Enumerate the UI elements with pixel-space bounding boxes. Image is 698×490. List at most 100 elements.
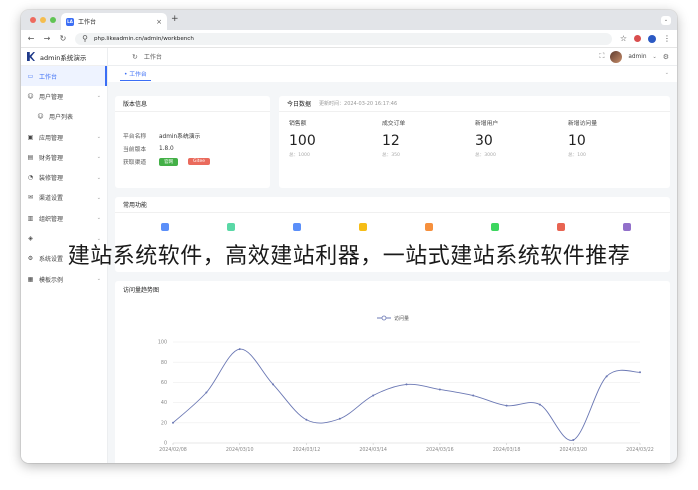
- profile-icon[interactable]: [648, 34, 656, 43]
- brand[interactable]: admin系统演示: [21, 48, 107, 66]
- y-tick-label: 80: [161, 360, 167, 366]
- stat-label: 新增访问量: [568, 121, 597, 127]
- tabs-chevron-down-icon[interactable]: ⌄: [665, 70, 669, 76]
- sidebar-item[interactable]: ▦ 模板示例 ⌄: [21, 269, 107, 289]
- user-chevron-down-icon[interactable]: ⌄: [653, 54, 657, 60]
- data-point: [272, 383, 275, 386]
- today-card-title: 今日数据: [287, 101, 312, 108]
- feature-icon: [425, 223, 433, 231]
- site-info-icon[interactable]: ⚲: [81, 34, 89, 43]
- chevron-down-icon: ⌄: [96, 194, 101, 201]
- forward-icon[interactable]: →: [43, 34, 51, 43]
- tab-list-chevron-icon[interactable]: ⌄: [661, 16, 671, 25]
- data-point: [538, 403, 541, 406]
- user-icon: ☺: [27, 92, 34, 100]
- series-line: [172, 348, 641, 441]
- sidebar-item[interactable]: ☺ 用户管理 ⌄: [21, 86, 107, 106]
- tab-workbench[interactable]: • 工作台: [120, 67, 151, 81]
- x-tick-label: 2024/03/18: [493, 447, 521, 453]
- legend-marker: [381, 315, 387, 321]
- data-point: [605, 375, 608, 378]
- y-tick-label: 100: [158, 340, 167, 346]
- tab-close-icon[interactable]: ×: [156, 18, 162, 26]
- version-row-key: 获取渠道: [123, 160, 147, 166]
- data-point: [505, 404, 508, 407]
- data-point: [572, 438, 575, 441]
- monitor-icon: ▭: [27, 72, 34, 80]
- stat-value: 100: [289, 133, 316, 149]
- data-point: [372, 394, 375, 397]
- tab-favicon-icon: LA: [66, 17, 74, 26]
- stat-sub: 总：3000: [475, 153, 496, 158]
- stat-label: 销售额: [289, 121, 307, 127]
- gear-icon[interactable]: ⚙: [663, 53, 669, 61]
- close-window-button[interactable]: [30, 17, 36, 23]
- browser-tab[interactable]: LA 工作台 ×: [61, 13, 167, 30]
- feature-icon: [623, 223, 631, 231]
- minimize-window-button[interactable]: [40, 17, 46, 23]
- app-icon: ▣: [27, 133, 34, 141]
- browser-title-bar: LA 工作台 × + ⌄: [21, 10, 677, 30]
- gitee-button[interactable]: Gitee: [188, 158, 211, 165]
- feature-item[interactable]: [135, 223, 195, 235]
- feature-item[interactable]: [399, 223, 459, 235]
- new-tab-icon[interactable]: +: [171, 14, 179, 24]
- visit-trend-card: 访问量趋势图 0 20 40 60 80 100 2024/02/08 2024/03/10 2…: [115, 281, 670, 463]
- feature-icon: [557, 223, 565, 231]
- channel-icon: ✉: [27, 194, 34, 202]
- refresh-icon[interactable]: ↻: [132, 53, 138, 61]
- stat-item: 新增访问量 10 总：100: [568, 118, 658, 158]
- features-card-title: 常用功能: [123, 202, 148, 209]
- username[interactable]: admin: [628, 54, 646, 60]
- feature-item[interactable]: [531, 223, 591, 235]
- feature-icon: [293, 223, 301, 231]
- feature-item[interactable]: [201, 223, 261, 235]
- finance-icon: ▤: [27, 153, 34, 161]
- data-point: [472, 394, 475, 397]
- x-tick-label: 2024/03/14: [359, 447, 387, 453]
- sidebar-item[interactable]: ▣ 应用管理 ⌄: [21, 127, 107, 147]
- version-row: 平台名称 admin系统演示: [115, 129, 270, 142]
- brand-logo-icon: [27, 52, 35, 61]
- feature-item[interactable]: [597, 223, 657, 235]
- stat-item: 成交订单 12 总：350: [382, 118, 472, 158]
- sidebar-item[interactable]: ✉ 渠道设置 ⌄: [21, 188, 107, 208]
- sidebar-item[interactable]: ▤ 财务管理 ⌄: [21, 147, 107, 167]
- sidebar-item[interactable]: ▭ 工作台: [21, 66, 107, 87]
- url-field[interactable]: ⚲ php.likeadmin.cn/admin/workbench: [75, 32, 612, 45]
- data-point: [438, 388, 441, 391]
- stat-value: 30: [475, 133, 493, 149]
- x-tick-label: 2024/03/16: [426, 447, 454, 453]
- stat-label: 成交订单: [382, 121, 406, 127]
- back-icon[interactable]: ←: [27, 34, 35, 43]
- version-row: 获取渠道 官网 Gitee: [115, 155, 270, 168]
- sidebar-item[interactable]: ▥ 组织管理 ⌄: [21, 208, 107, 228]
- maximize-window-button[interactable]: [50, 17, 56, 23]
- address-bar: ← → ↻ ⚲ php.likeadmin.cn/admin/workbench…: [21, 30, 677, 48]
- avatar[interactable]: [610, 50, 623, 63]
- visit-trend-chart: 0 20 40 60 80 100 2024/02/08 2024/03/10 2024/03/…: [158, 315, 654, 453]
- chevron-down-icon: ⌄: [96, 215, 101, 222]
- feature-item[interactable]: [465, 223, 525, 235]
- browser-menu-icon[interactable]: ⋮: [663, 34, 671, 43]
- bookmark-star-icon[interactable]: ☆: [620, 34, 627, 43]
- sidebar-item-label: 用户列表: [49, 114, 74, 122]
- feature-icon: [491, 223, 499, 231]
- feature-icon: [227, 223, 235, 231]
- browser-window: LA 工作台 × + ⌄ ← → ↻ ⚲ php.likeadmin.cn/ad…: [21, 10, 677, 463]
- extension-icon[interactable]: [634, 35, 641, 42]
- sidebar-item[interactable]: ☺ 用户列表: [21, 107, 107, 127]
- sidebar-item[interactable]: ◔ 装修管理 ⌄: [21, 167, 107, 187]
- chevron-down-icon: ⌄: [96, 174, 101, 181]
- stat-item: 新增用户 30 总：3000: [475, 118, 565, 158]
- page-tabs-bar: • 工作台 ⌄: [108, 66, 677, 82]
- version-row-value: 1.8.0: [159, 145, 174, 152]
- feature-item[interactable]: [267, 223, 327, 235]
- breadcrumb[interactable]: 工作台: [144, 52, 594, 61]
- feature-item[interactable]: [333, 223, 393, 235]
- reload-icon[interactable]: ↻: [59, 34, 67, 43]
- official-website-button[interactable]: 官网: [159, 157, 178, 166]
- url-text: php.likeadmin.cn/admin/workbench: [94, 35, 194, 42]
- fullscreen-icon[interactable]: ⛶: [599, 52, 604, 61]
- overlay-caption: 建站系统软件，高效建站利器，一站式建站系统软件推荐: [67, 244, 631, 269]
